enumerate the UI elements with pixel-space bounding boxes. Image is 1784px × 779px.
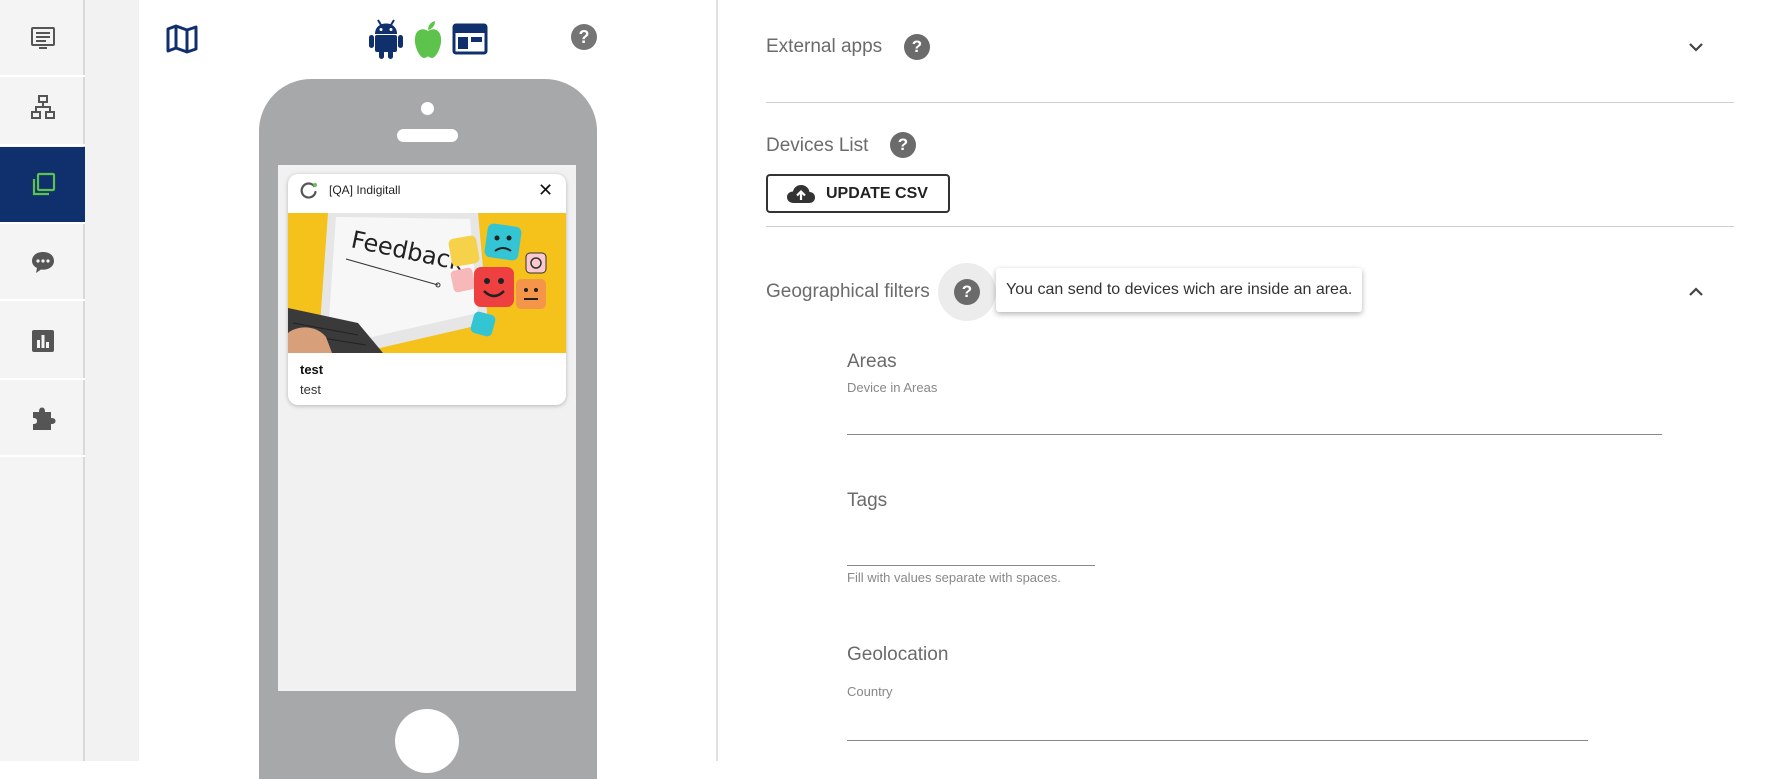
geographical-filters-tooltip: You can send to devices wich are inside …	[996, 268, 1363, 312]
chevron-up-icon[interactable]	[1686, 282, 1706, 302]
devices-list-help-icon[interactable]: ?	[890, 132, 916, 158]
map-icon[interactable]	[165, 22, 199, 56]
gutter	[85, 0, 139, 761]
geolocation-label: Geolocation	[847, 644, 949, 665]
country-label: Country	[847, 684, 893, 699]
phone-screen: [QA] Indigitall ✕ Feedback test test	[278, 165, 576, 691]
close-icon[interactable]: ✕	[538, 180, 553, 200]
country-input[interactable]	[847, 708, 1589, 740]
section-divider	[766, 102, 1734, 103]
cloud-upload-icon	[787, 184, 815, 203]
notification-title: test	[300, 362, 324, 377]
external-apps-help-icon[interactable]: ?	[904, 34, 930, 60]
external-apps-label: External apps	[766, 36, 883, 57]
apple-icon[interactable]	[409, 18, 447, 60]
tags-label: Tags	[847, 490, 888, 511]
phone-speaker	[397, 129, 458, 142]
sitemap-icon	[30, 94, 55, 119]
update-csv-button[interactable]: UPDATE CSV	[766, 174, 950, 213]
phone-mockup: [QA] Indigitall ✕ Feedback test test	[259, 79, 597, 779]
feedback-image: Feedback	[288, 213, 566, 353]
areas-underline	[847, 434, 1662, 435]
nav-item-list[interactable]	[0, 0, 85, 77]
push-notification-preview: [QA] Indigitall ✕ Feedback test test	[288, 174, 566, 405]
list-icon	[30, 26, 55, 49]
phone-camera	[421, 102, 434, 115]
chat-icon	[31, 251, 54, 273]
android-icon[interactable]	[367, 18, 405, 60]
nav-item-chart[interactable]	[0, 303, 85, 380]
notification-body: test	[300, 382, 321, 397]
form-panel: External apps ? Devices List ? UPDATE CS…	[718, 0, 1784, 761]
notification-header: [QA] Indigitall ✕	[288, 174, 566, 214]
nav-item-chat[interactable]	[0, 224, 85, 301]
tags-underline	[847, 565, 1095, 566]
devices-list-label: Devices List	[766, 135, 869, 156]
country-underline	[847, 740, 1588, 741]
geographical-filters-label: Geographical filters	[766, 281, 930, 302]
preview-help-icon[interactable]: ?	[571, 24, 597, 50]
puzzle-icon	[32, 407, 55, 430]
indigitall-logo-icon	[300, 182, 317, 199]
web-browser-icon[interactable]	[451, 18, 489, 60]
areas-sublabel: Device in Areas	[847, 380, 938, 395]
layers-icon	[32, 172, 55, 195]
phone-home-button	[395, 709, 459, 773]
preview-panel: ? [QA] Indigitall ✕ Feedback test test	[139, 0, 716, 779]
notification-app-name: [QA] Indigitall	[329, 183, 401, 197]
chevron-down-icon[interactable]	[1686, 37, 1706, 57]
nav-item-plugins[interactable]	[0, 380, 85, 457]
areas-label: Areas	[847, 351, 897, 372]
nav-item-layers[interactable]	[0, 147, 85, 224]
geographical-filters-help-icon[interactable]: ?	[954, 279, 980, 305]
update-csv-label: UPDATE CSV	[826, 184, 928, 202]
areas-input[interactable]	[847, 402, 1663, 434]
tags-input[interactable]	[847, 534, 1097, 564]
nav-item-sitemap[interactable]	[0, 69, 85, 146]
chart-icon	[31, 329, 54, 352]
section-divider	[766, 226, 1734, 227]
tags-hint: Fill with values separate with spaces.	[847, 570, 1061, 585]
main-nav	[0, 0, 85, 761]
